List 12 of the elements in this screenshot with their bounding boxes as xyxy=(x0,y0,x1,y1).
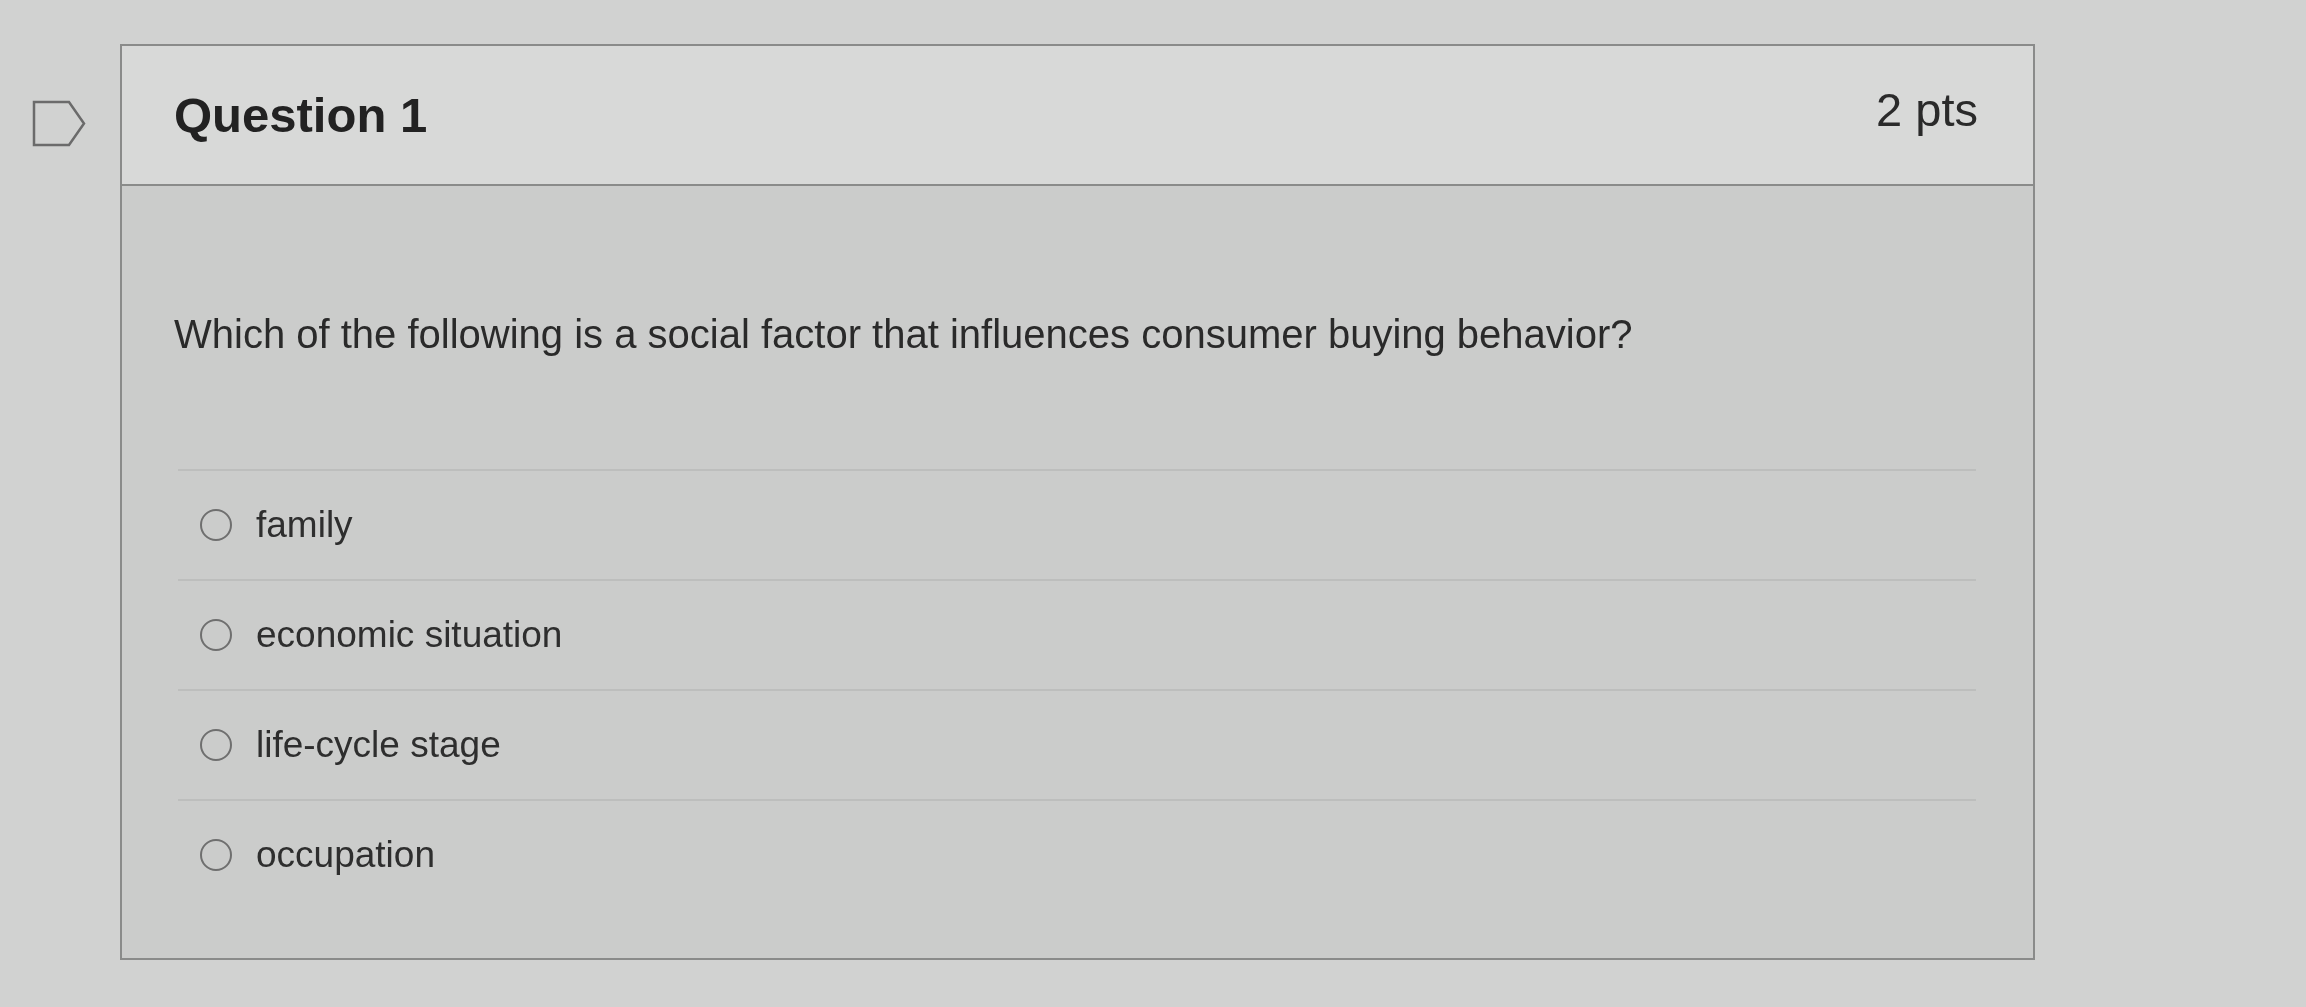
question-text: Which of the following is a social factor that influences consumer buying behavior? xyxy=(174,312,1633,357)
answer-label: economic situation xyxy=(256,614,563,656)
question-title: Question 1 xyxy=(174,87,428,143)
tag-icon[interactable] xyxy=(32,100,86,147)
points-label: 2 pts xyxy=(1876,81,1978,137)
radio-button[interactable] xyxy=(200,729,232,761)
answer-label: occupation xyxy=(256,834,435,876)
radio-button[interactable] xyxy=(200,509,232,541)
answer-label: family xyxy=(256,504,353,546)
answer-label: life-cycle stage xyxy=(256,724,501,766)
radio-button[interactable] xyxy=(200,619,232,651)
radio-button[interactable] xyxy=(200,839,232,871)
